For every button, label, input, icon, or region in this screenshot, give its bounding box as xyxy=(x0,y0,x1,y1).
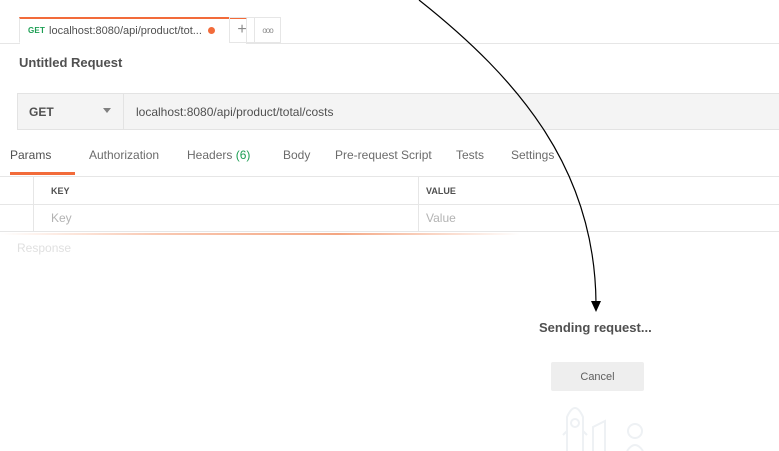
tab-strip-gap xyxy=(20,43,246,44)
request-tab-title: localhost:8080/api/product/tot... xyxy=(49,24,202,37)
cancel-button[interactable]: Cancel xyxy=(551,362,644,391)
more-horizontal-icon: ooo xyxy=(262,25,273,35)
tab-headers-count: (6) xyxy=(235,148,251,162)
request-tab[interactable]: GET localhost:8080/api/product/tot... xyxy=(19,17,247,43)
tab-body[interactable]: Body xyxy=(283,148,310,162)
loading-progress-bar xyxy=(0,233,520,235)
url-bar: GET localhost:8080/api/product/total/cos… xyxy=(17,93,779,130)
tab-headers-label: Headers xyxy=(187,148,233,162)
tab-authorization[interactable]: Authorization xyxy=(89,148,159,162)
request-tab-strip: GET localhost:8080/api/product/tot... + … xyxy=(0,0,779,44)
tab-headers[interactable]: Headers (6) xyxy=(187,148,250,162)
more-tabs-button[interactable]: ooo xyxy=(255,17,281,43)
new-tab-button[interactable]: + xyxy=(229,17,255,43)
params-table: KEY VALUE Key Value xyxy=(0,176,779,232)
tab-pre-request-script[interactable]: Pre-request Script xyxy=(335,148,432,162)
key-input[interactable]: Key xyxy=(51,205,72,231)
row-checkbox-cell xyxy=(0,205,34,231)
params-check-column xyxy=(0,177,34,204)
key-column-header: KEY xyxy=(51,185,70,196)
active-tab-indicator xyxy=(10,172,75,175)
request-tab-method: GET xyxy=(28,26,46,35)
chevron-down-icon xyxy=(103,108,111,113)
value-column-header: VALUE xyxy=(426,185,456,196)
column-divider[interactable] xyxy=(418,177,419,204)
sending-request-status: Sending request... xyxy=(539,320,652,335)
unsaved-changes-dot xyxy=(207,27,215,34)
column-divider xyxy=(418,205,419,231)
tab-params[interactable]: Params xyxy=(10,148,51,162)
tab-settings[interactable]: Settings xyxy=(511,148,554,162)
tab-tests[interactable]: Tests xyxy=(456,148,484,162)
rocket-illustration-icon xyxy=(562,407,644,451)
response-label: Response xyxy=(17,241,72,255)
request-subtabs: Params Authorization Headers (6) Body Pr… xyxy=(0,148,779,176)
url-input[interactable]: localhost:8080/api/product/total/costs xyxy=(136,105,333,119)
plus-icon: + xyxy=(237,21,247,38)
request-name[interactable]: Untitled Request xyxy=(19,55,122,70)
method-select-value: GET xyxy=(29,104,54,119)
params-header-row: KEY VALUE xyxy=(0,176,779,204)
value-input[interactable]: Value xyxy=(426,205,456,231)
method-select[interactable]: GET xyxy=(18,94,124,129)
params-input-row: Key Value xyxy=(0,204,779,232)
